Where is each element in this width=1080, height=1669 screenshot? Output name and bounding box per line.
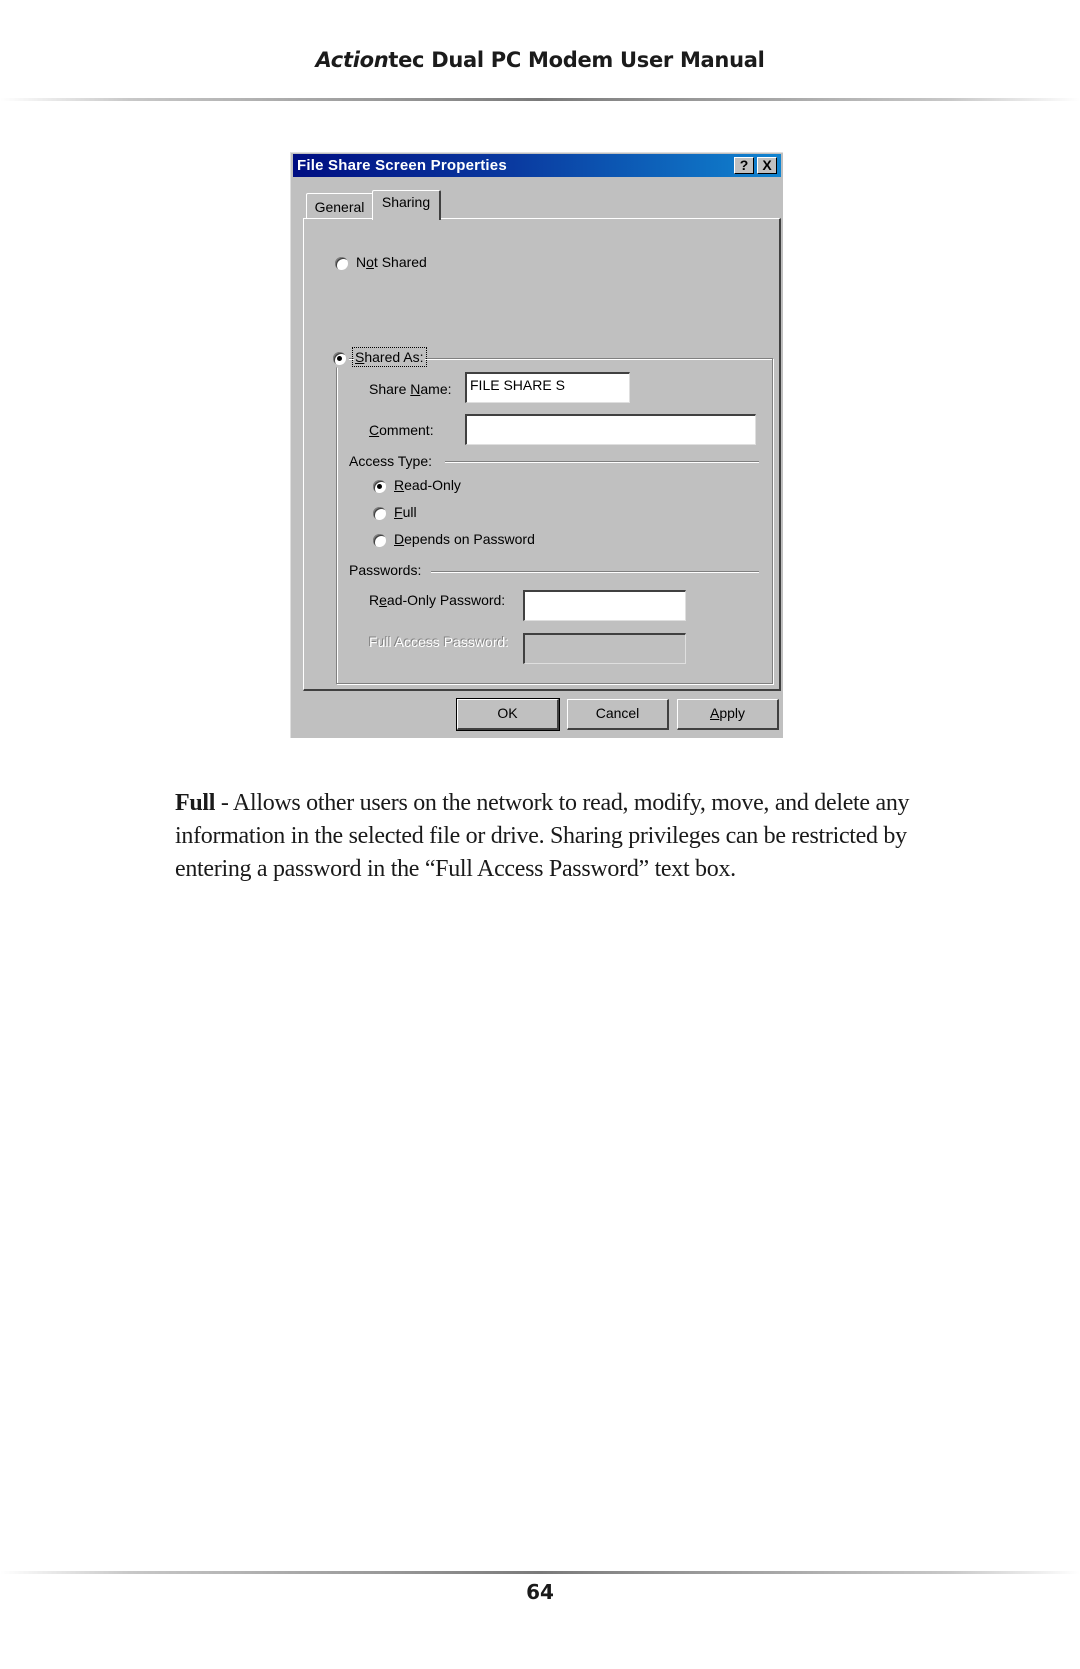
accelerator-key: R: [394, 477, 405, 493]
comment-label: Comment:: [369, 422, 434, 438]
label-text: ame:: [420, 381, 452, 397]
access-type-separator: [445, 461, 759, 463]
ok-button[interactable]: OK: [456, 698, 560, 731]
read-only-password-input[interactable]: [523, 590, 686, 621]
shared-as-groupbox: Share Name: FILE SHARE S Comment: Access…: [336, 358, 773, 684]
file-share-properties-dialog: File Share Screen Properties ? X General…: [290, 152, 783, 738]
passwords-separator: [431, 571, 759, 573]
passwords-label: Passwords:: [349, 562, 422, 578]
brand-name-rest: tec: [388, 48, 425, 72]
tab-sharing-label: Sharing: [381, 194, 431, 210]
tab-general[interactable]: General: [306, 193, 373, 219]
read-only-radio[interactable]: [373, 480, 386, 493]
full-access-password-input: [523, 633, 686, 664]
label-text: t Shared: [373, 254, 427, 270]
full-access-password-label: Full Access Password:: [369, 634, 510, 650]
not-shared-radio[interactable]: [335, 257, 348, 270]
read-only-label[interactable]: Read-Only: [394, 477, 461, 493]
label-text: ead-Only: [404, 477, 461, 493]
accelerator-key: F: [394, 504, 403, 520]
shared-as-radio[interactable]: [333, 352, 346, 365]
access-type-label: Access Type:: [349, 453, 433, 469]
label-text: Share: [369, 381, 411, 397]
manual-title: Dual PC Modem User Manual: [424, 48, 765, 72]
body-paragraph: Full - Allows other users on the network…: [175, 787, 965, 886]
accelerator-key: D: [394, 531, 405, 547]
cancel-button[interactable]: Cancel: [567, 699, 669, 730]
full-label[interactable]: Full: [394, 504, 417, 520]
close-icon: X: [762, 157, 772, 173]
label-text: R: [369, 592, 380, 608]
accelerator-key: e: [379, 592, 387, 608]
label-text: hared As:: [364, 349, 424, 365]
share-name-label: Share Name:: [369, 381, 452, 397]
footer-divider: [0, 1571, 1080, 1574]
tab-sharing[interactable]: Sharing: [372, 190, 441, 220]
dialog-title: File Share Screen Properties: [297, 157, 507, 174]
accelerator-key: o: [366, 254, 374, 270]
help-icon: ?: [739, 157, 749, 173]
share-name-input[interactable]: FILE SHARE S: [465, 372, 630, 403]
accelerator-key: S: [355, 349, 365, 365]
accelerator-key: A: [709, 705, 720, 721]
close-button[interactable]: X: [757, 157, 777, 174]
full-radio[interactable]: [373, 507, 386, 520]
cancel-label: Cancel: [595, 705, 640, 721]
accelerator-key: C: [369, 422, 380, 438]
apply-button[interactable]: Apply: [677, 699, 779, 730]
help-button[interactable]: ?: [734, 157, 754, 174]
page-header: Actiontec Dual PC Modem User Manual: [0, 48, 1080, 72]
accelerator-key: N: [410, 381, 421, 397]
sharing-tab-panel: Not Shared Share Name: FILE SHARE S Comm…: [303, 218, 781, 691]
read-only-password-label: Read-Only Password:: [369, 592, 505, 608]
label-text: epends on Password: [404, 531, 535, 547]
depends-on-password-radio[interactable]: [373, 534, 386, 547]
brand-name-italic: Action: [315, 48, 389, 72]
label-text: N: [356, 254, 367, 270]
label-text: ull: [402, 504, 417, 520]
share-name-value: FILE SHARE S: [470, 377, 565, 393]
depends-on-password-label[interactable]: Depends on Password: [394, 531, 535, 547]
ok-label: OK: [497, 705, 518, 721]
tab-general-label: General: [314, 199, 365, 215]
header-divider: [0, 98, 1080, 101]
apply-label: pply: [719, 705, 746, 721]
label-text: ad-Only Password:: [386, 592, 506, 608]
term-full: Full: [175, 790, 216, 816]
shared-as-label[interactable]: Shared As:: [352, 347, 427, 367]
dialog-titlebar[interactable]: File Share Screen Properties ? X: [293, 154, 781, 177]
label-text: omment:: [379, 422, 434, 438]
comment-input[interactable]: [465, 414, 756, 445]
not-shared-label[interactable]: Not Shared: [356, 254, 427, 270]
page-number: 64: [526, 1580, 554, 1604]
term-description: - Allows other users on the network to r…: [175, 790, 910, 882]
